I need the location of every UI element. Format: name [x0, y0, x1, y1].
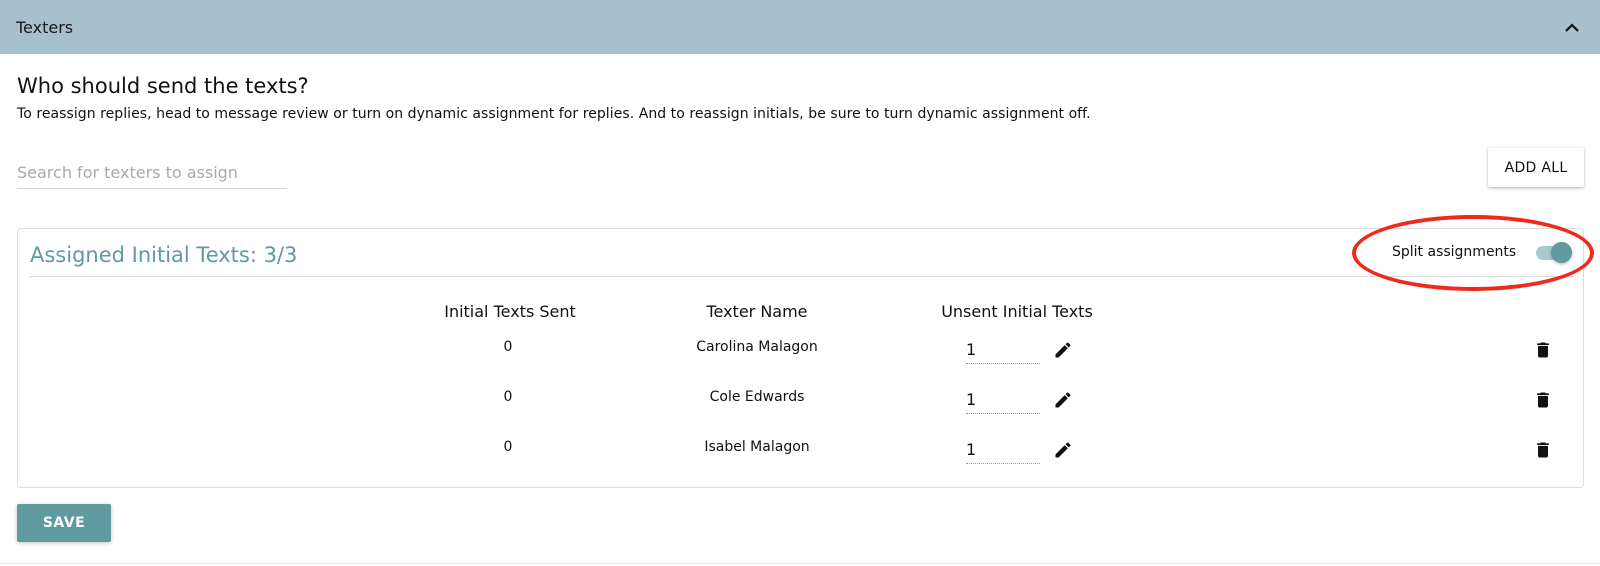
unsent-input[interactable] [966, 336, 1040, 362]
unsent-field [966, 336, 1040, 364]
pencil-icon[interactable] [1050, 387, 1076, 413]
search-input[interactable] [17, 158, 287, 186]
split-assignments-toggle[interactable] [1534, 241, 1573, 263]
row-sent-count: 0 [503, 439, 513, 455]
column-header-unsent: Unsent Initial Texts [941, 302, 1093, 321]
row-sent-count: 0 [503, 389, 513, 405]
card-divider [29, 276, 1574, 277]
toggle-thumb [1551, 242, 1573, 263]
unsent-field [966, 386, 1040, 414]
bottom-divider [0, 563, 1600, 564]
assignments-title: Assigned Initial Texts: 3/3 [30, 243, 298, 267]
row-texter-name: Carolina Malagon [696, 339, 818, 355]
pencil-icon[interactable] [1050, 337, 1076, 363]
save-button[interactable]: SAVE [17, 504, 111, 542]
panel-title: Texters [16, 17, 74, 37]
trash-icon[interactable] [1530, 387, 1556, 413]
split-assignments-control: Split assignments [1392, 241, 1573, 263]
unsent-input[interactable] [966, 386, 1040, 412]
column-header-initial-sent: Initial Texts Sent [444, 302, 576, 321]
row-texter-name: Cole Edwards [709, 389, 805, 405]
row-texter-name: Isabel Malagon [704, 439, 810, 455]
trash-icon[interactable] [1530, 337, 1556, 363]
split-assignments-label: Split assignments [1392, 244, 1517, 260]
search-field [17, 158, 287, 189]
texters-panel-header[interactable]: Texters [0, 0, 1600, 54]
pencil-icon[interactable] [1050, 437, 1076, 463]
unsent-field [966, 436, 1040, 464]
section-description: To reassign replies, head to message rev… [17, 106, 1091, 122]
unsent-input[interactable] [966, 436, 1040, 462]
section-title: Who should send the texts? [17, 74, 309, 98]
chevron-up-icon[interactable] [1560, 15, 1584, 39]
column-header-texter-name: Texter Name [706, 302, 808, 321]
add-all-button[interactable]: ADD ALL [1488, 148, 1584, 187]
trash-icon[interactable] [1530, 437, 1556, 463]
row-sent-count: 0 [503, 339, 513, 355]
